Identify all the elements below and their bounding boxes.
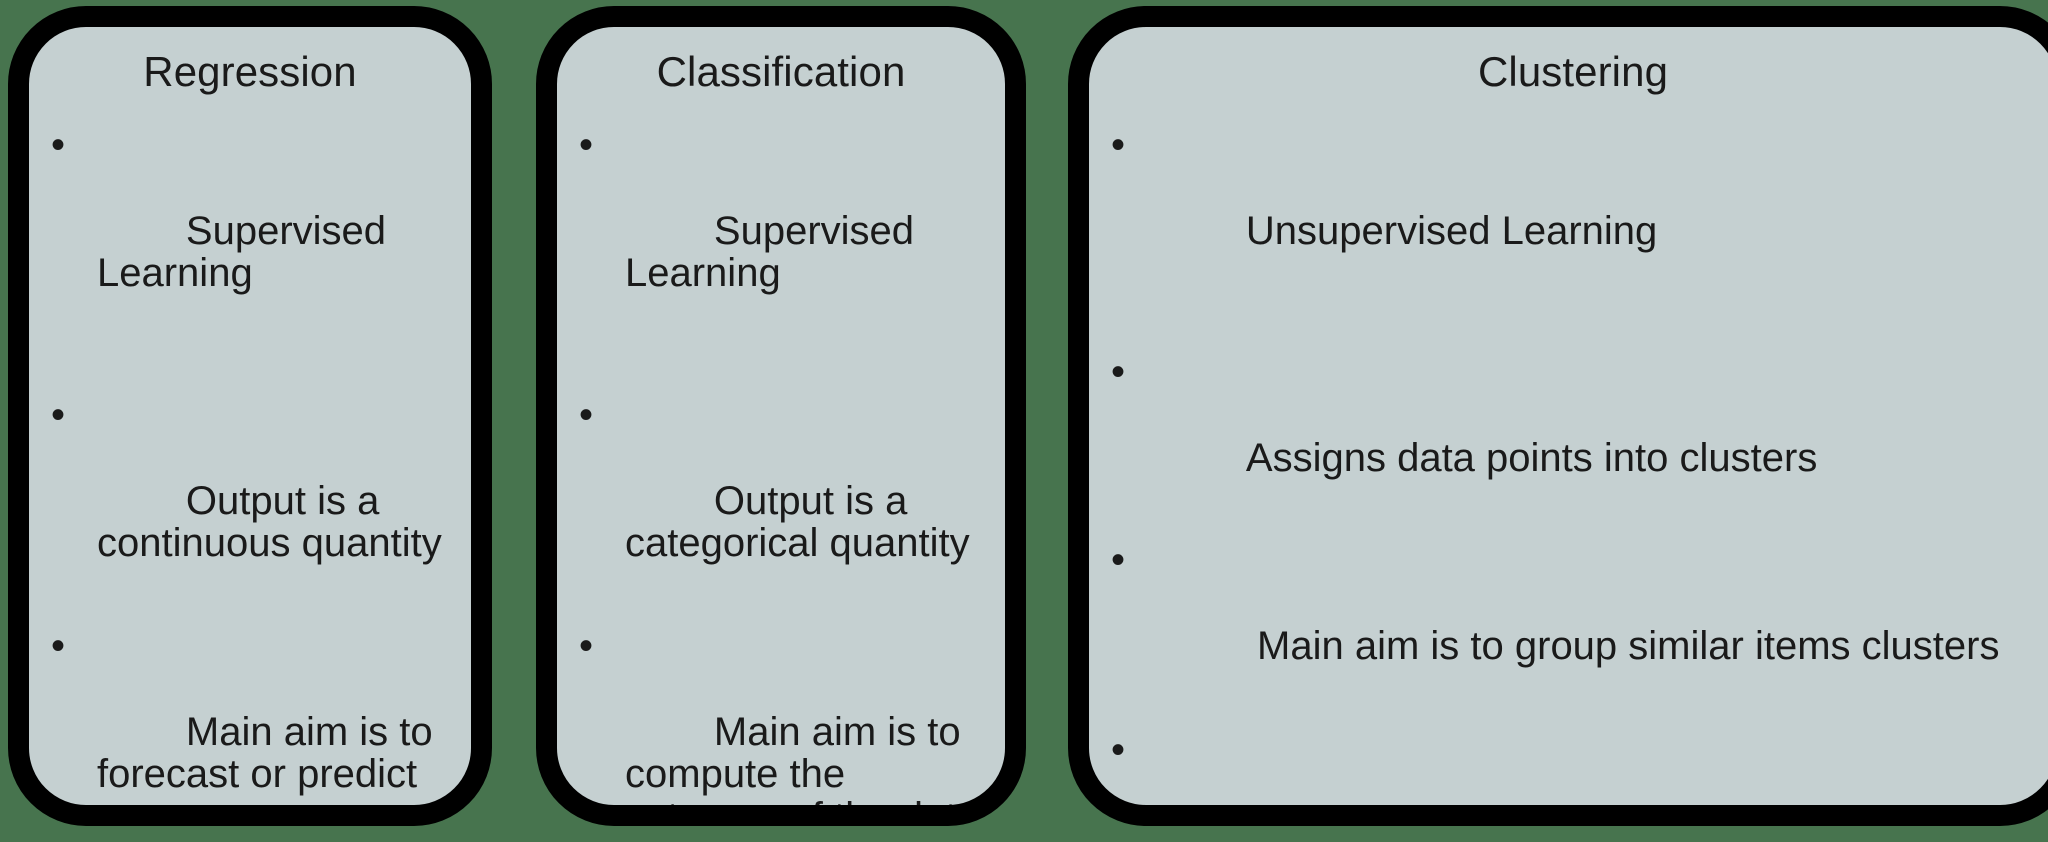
bullet-dot-icon: • — [579, 123, 594, 168]
bullet-dot-icon: • — [51, 393, 66, 438]
list-item-label: Output is a categorical quantity — [625, 478, 970, 566]
bullet-list-classification: • Supervised Learning • Output is a cate… — [557, 124, 1005, 826]
list-item: • Main aim is to group similar items clu… — [1111, 539, 2048, 710]
list-item: • Main aim is to compute the category of… — [579, 624, 1005, 826]
list-item-label: Main aim is to compute the category of t… — [625, 709, 979, 826]
comparison-slide: Regression • Supervised Learning • Outpu… — [0, 0, 2048, 842]
list-item-label: Main aim is to forecast or predict — [97, 709, 444, 797]
list-item: • Supervised Learning — [579, 124, 1005, 338]
card-regression: Regression • Supervised Learning • Outpu… — [8, 6, 492, 826]
list-item-label: Unsupervised Learning — [1245, 208, 1658, 253]
list-item-label: Eg: Find all transactions which are frau… — [1157, 813, 2048, 826]
list-item: • Supervised Learning — [51, 124, 471, 338]
card-title-classification: Classification — [656, 48, 906, 95]
bullet-dot-icon: • — [51, 123, 66, 168]
bullet-dot-icon: • — [1111, 123, 1126, 168]
list-item-label: Assigns data points into clusters — [1245, 435, 1818, 480]
bullet-dot-icon: • — [1111, 727, 1126, 772]
list-item-label: Supervised Learning — [97, 208, 398, 296]
bullet-list-regression: • Supervised Learning • Output is a cont… — [29, 124, 471, 805]
list-item: • Eg: Find all transactions which are fr… — [1111, 727, 2048, 826]
list-item-label: Supervised Learning — [625, 208, 926, 296]
bullet-dot-icon: • — [579, 624, 594, 669]
card-classification: Classification • Supervised Learning • O… — [536, 6, 1026, 826]
list-item: • Unsupervised Learning — [1111, 124, 2048, 295]
list-item: • Output is a categorical quantity — [579, 394, 1005, 608]
card-clustering: Clustering • Unsupervised Learning • Ass… — [1068, 6, 2048, 826]
list-item: • Assigns data points into clusters — [1111, 351, 2048, 522]
card-title-regression: Regression — [143, 48, 357, 95]
card-title-clustering: Clustering — [1477, 48, 1669, 95]
bullet-dot-icon: • — [579, 393, 594, 438]
list-item: • Main aim is to forecast or predict — [51, 624, 471, 805]
bullet-dot-icon: • — [1111, 538, 1126, 583]
bullet-list-clustering: • Unsupervised Learning • Assigns data p… — [1089, 124, 2048, 826]
bullet-dot-icon: • — [1111, 350, 1126, 395]
list-item-label: Main aim is to group similar items clust… — [1245, 624, 2000, 669]
list-item: • Output is a continuous quantity — [51, 394, 471, 608]
bullet-dot-icon: • — [51, 624, 66, 669]
list-item-label: Output is a continuous quantity — [97, 478, 442, 566]
